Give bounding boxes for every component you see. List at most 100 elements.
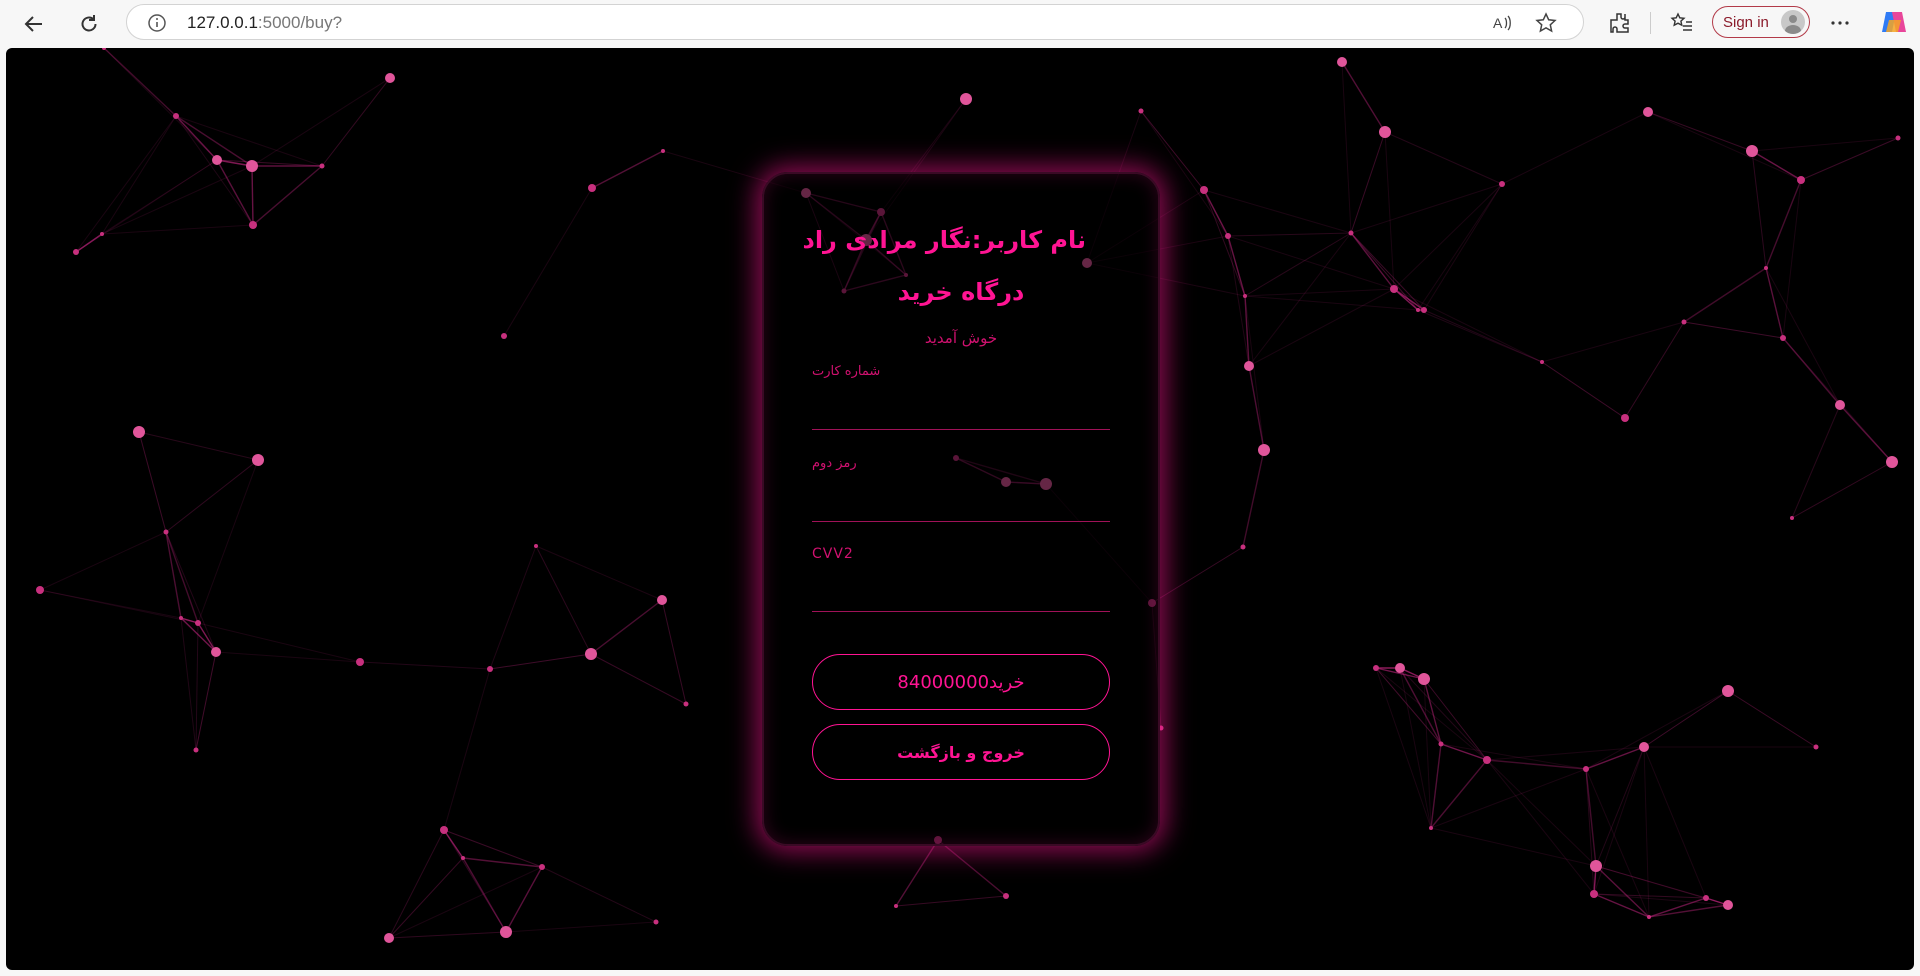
network-link: [1244, 288, 1395, 297]
favorite-star-icon[interactable]: [1535, 12, 1557, 34]
network-node: [252, 454, 264, 466]
network-node: [246, 160, 258, 172]
network-node: [1416, 308, 1420, 312]
user-name-title: نام کاربر:نگار مرادی راد: [802, 226, 1087, 254]
network-node: [179, 616, 183, 620]
network-link: [75, 115, 177, 253]
network-link: [1384, 131, 1503, 185]
url-text[interactable]: 127.0.0.1:5000/buy?: [187, 13, 342, 33]
network-node: [894, 904, 898, 908]
copilot-icon[interactable]: [1880, 8, 1908, 36]
network-link: [1751, 150, 1802, 181]
network-link: [1751, 137, 1899, 152]
network-node: [212, 155, 222, 165]
network-link: [1800, 137, 1899, 181]
more-options-icon[interactable]: [1828, 11, 1852, 35]
network-node: [1003, 893, 1009, 899]
network-link: [1244, 295, 1265, 451]
network-link: [101, 115, 177, 235]
network-link: [39, 531, 167, 591]
card-number-input[interactable]: [812, 386, 1110, 430]
network-link: [1643, 690, 1729, 748]
page-viewport: نام کاربر:نگار مرادی راد درگاه خرید خوش …: [6, 48, 1914, 970]
address-bar[interactable]: 127.0.0.1:5000/buy? A: [126, 4, 1584, 40]
network-link: [1440, 743, 1587, 770]
exit-return-button[interactable]: خروج و بازگشت: [812, 724, 1110, 780]
network-node: [249, 221, 257, 229]
network-node: [1337, 57, 1347, 67]
network-link: [503, 187, 593, 337]
network-link: [1647, 111, 1802, 181]
network-link: [1647, 111, 1753, 152]
network-node: [461, 856, 465, 860]
favorites-list-icon[interactable]: [1670, 11, 1694, 35]
network-link: [1242, 449, 1265, 548]
reload-icon: [81, 15, 97, 32]
network-link: [1839, 404, 1893, 463]
network-node: [73, 249, 79, 255]
second-password-input[interactable]: [812, 478, 1110, 522]
network-link: [1203, 189, 1352, 234]
network-link: [101, 224, 254, 235]
url-host: 127.0.0.1: [187, 13, 258, 32]
cvv2-label: CVV2: [812, 546, 854, 562]
second-password-field: رمز دوم: [812, 456, 1110, 530]
network-link: [535, 545, 592, 655]
network-link: [505, 921, 657, 933]
network-node: [1244, 361, 1254, 371]
reload-button[interactable]: [73, 8, 105, 40]
network-link: [1585, 746, 1645, 770]
network-link: [1423, 309, 1543, 363]
avatar-icon: [1781, 10, 1805, 34]
cvv2-input[interactable]: [812, 568, 1110, 612]
network-link: [1541, 361, 1626, 419]
network-node: [1746, 145, 1758, 157]
network-node: [1258, 444, 1270, 456]
network-node: [1138, 108, 1144, 114]
extensions-icon[interactable]: [1608, 11, 1632, 35]
network-node: [133, 426, 145, 438]
network-link: [1203, 189, 1229, 237]
network-node: [500, 926, 512, 938]
network-link: [1791, 461, 1893, 519]
back-button[interactable]: [18, 8, 50, 40]
network-link: [1585, 690, 1729, 770]
network-link: [388, 931, 507, 939]
network-link: [1501, 111, 1649, 185]
network-link: [75, 233, 103, 253]
network-node: [1418, 673, 1430, 685]
network-link: [251, 77, 391, 167]
network-link: [535, 545, 663, 601]
network-link: [443, 668, 491, 831]
network-node: [1395, 663, 1405, 673]
browser-toolbar: 127.0.0.1:5000/buy? A Sign in: [0, 0, 1920, 46]
welcome-text: خوش آمدید: [924, 329, 998, 347]
network-node: [1373, 665, 1379, 671]
network-link: [489, 545, 537, 670]
network-link: [895, 839, 939, 907]
network-node: [1243, 294, 1247, 298]
network-node: [1621, 414, 1629, 422]
network-link: [1430, 768, 1587, 829]
network-link: [1244, 232, 1352, 297]
network-link: [388, 857, 464, 939]
network-node: [195, 620, 201, 626]
network-link: [1244, 295, 1419, 311]
network-node: [501, 333, 507, 339]
network-node: [193, 747, 199, 753]
network-node: [1895, 135, 1901, 141]
site-info-icon[interactable]: [147, 13, 167, 33]
network-node: [1722, 685, 1734, 697]
network-link: [1341, 61, 1352, 234]
sign-in-button[interactable]: Sign in: [1712, 6, 1810, 38]
network-link: [1765, 267, 1841, 406]
network-link: [1486, 759, 1597, 867]
read-aloud-icon[interactable]: A: [1491, 12, 1513, 34]
network-node: [1200, 186, 1208, 194]
network-node: [1886, 456, 1898, 468]
network-node: [211, 647, 221, 657]
network-link: [1486, 746, 1645, 761]
network-node: [683, 701, 689, 707]
buy-button[interactable]: 84000000خرید: [812, 654, 1110, 710]
card-number-field: شماره کارت: [812, 364, 1110, 438]
